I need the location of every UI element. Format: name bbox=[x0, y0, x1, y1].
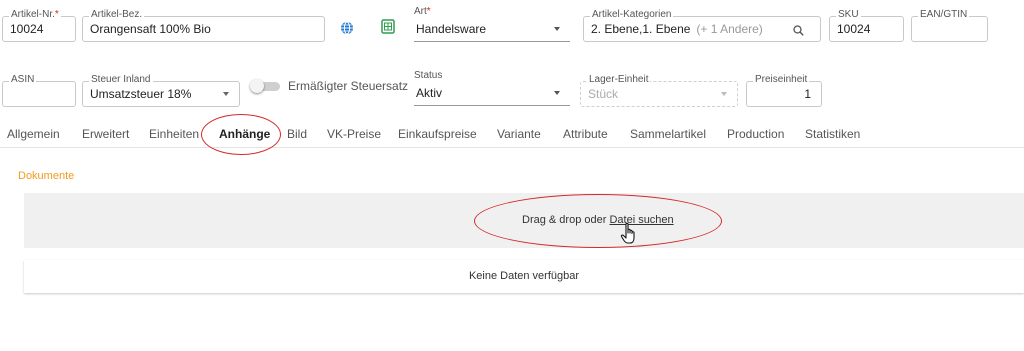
artikel-bez-value: Orangensaft 100% Bio bbox=[90, 22, 211, 36]
artikel-nr-field[interactable]: Artikel-Nr.* 10024 bbox=[2, 9, 76, 42]
ean-label: EAN/GTIN bbox=[918, 9, 970, 21]
tab-einheiten[interactable]: Einheiten bbox=[149, 127, 199, 141]
status-select[interactable]: Status Aktiv bbox=[414, 70, 570, 106]
tab-statistiken[interactable]: Statistiken bbox=[805, 127, 860, 141]
tab-einkaufspreise[interactable]: Einkaufspreise bbox=[398, 127, 477, 141]
tab-production[interactable]: Production bbox=[727, 127, 784, 141]
art-value: Handelsware bbox=[416, 22, 487, 36]
chevron-down-icon bbox=[554, 27, 560, 31]
tab-variante[interactable]: Variante bbox=[497, 127, 541, 141]
steuer-inland-select[interactable]: Steuer Inland Umsatzsteuer 18% bbox=[82, 74, 240, 107]
sku-value: 10024 bbox=[837, 22, 871, 36]
asin-field[interactable]: ASIN bbox=[2, 74, 76, 107]
tab-erweitert[interactable]: Erweitert bbox=[82, 127, 129, 141]
artikel-nr-value: 10024 bbox=[10, 22, 44, 36]
status-label: Status bbox=[414, 70, 443, 81]
preiseinheit-field[interactable]: Preiseinheit 1 bbox=[746, 74, 822, 107]
chevron-down-icon bbox=[223, 92, 229, 96]
ean-field[interactable]: EAN/GTIN bbox=[911, 9, 988, 42]
globe-icon[interactable] bbox=[340, 21, 354, 35]
toggle-knob bbox=[250, 79, 264, 93]
annotation-ellipse-dropzone bbox=[474, 194, 722, 248]
excel-icon[interactable] bbox=[381, 19, 395, 34]
dokumente-label: Dokumente bbox=[18, 170, 75, 182]
steuer-inland-value: Umsatzsteuer 18% bbox=[90, 87, 192, 101]
tab-attribute[interactable]: Attribute bbox=[563, 127, 608, 141]
art-select[interactable]: Art* Handelsware bbox=[414, 6, 570, 42]
chevron-down-icon bbox=[721, 92, 727, 96]
status-value: Aktiv bbox=[416, 86, 443, 100]
preiseinheit-label: Preiseinheit bbox=[753, 74, 810, 86]
tab-vk-preise[interactable]: VK-Preise bbox=[327, 127, 381, 141]
ermaessigt-toggle[interactable] bbox=[250, 78, 282, 96]
artikel-kategorien-value: 2. Ebene,1. Ebene (+ 1 Andere) bbox=[591, 22, 763, 36]
chevron-down-icon bbox=[554, 91, 560, 95]
tab-bar: Allgemein Erweitert Einheiten Anhänge Bi… bbox=[0, 120, 1024, 148]
asin-label: ASIN bbox=[9, 74, 37, 86]
lager-einheit-select[interactable]: Lager-Einheit Stück bbox=[580, 74, 738, 107]
tab-sammelartikel[interactable]: Sammelartikel bbox=[630, 127, 706, 141]
tab-allgemein[interactable]: Allgemein bbox=[7, 127, 60, 141]
artikel-kategorien-field[interactable]: Artikel-Kategorien 2. Ebene,1. Ebene (+ … bbox=[583, 9, 821, 42]
search-icon[interactable] bbox=[793, 23, 804, 36]
kategorien-extra: (+ 1 Andere) bbox=[696, 22, 763, 36]
lager-einheit-placeholder: Stück bbox=[588, 87, 619, 101]
ermaessigt-label: Ermäßigter Steuersatz bbox=[288, 79, 409, 93]
annotation-ellipse-tab bbox=[201, 114, 281, 155]
sku-field[interactable]: SKU 10024 bbox=[829, 9, 904, 42]
art-label: Art* bbox=[414, 6, 431, 17]
preiseinheit-value: 1 bbox=[804, 87, 811, 101]
documents-table-empty: Keine Daten verfügbar bbox=[24, 260, 1024, 293]
artikel-bez-field[interactable]: Artikel-Bez. Orangensaft 100% Bio bbox=[82, 9, 325, 42]
tab-bild[interactable]: Bild bbox=[287, 127, 307, 141]
empty-state-text: Keine Daten verfügbar bbox=[468, 270, 580, 282]
